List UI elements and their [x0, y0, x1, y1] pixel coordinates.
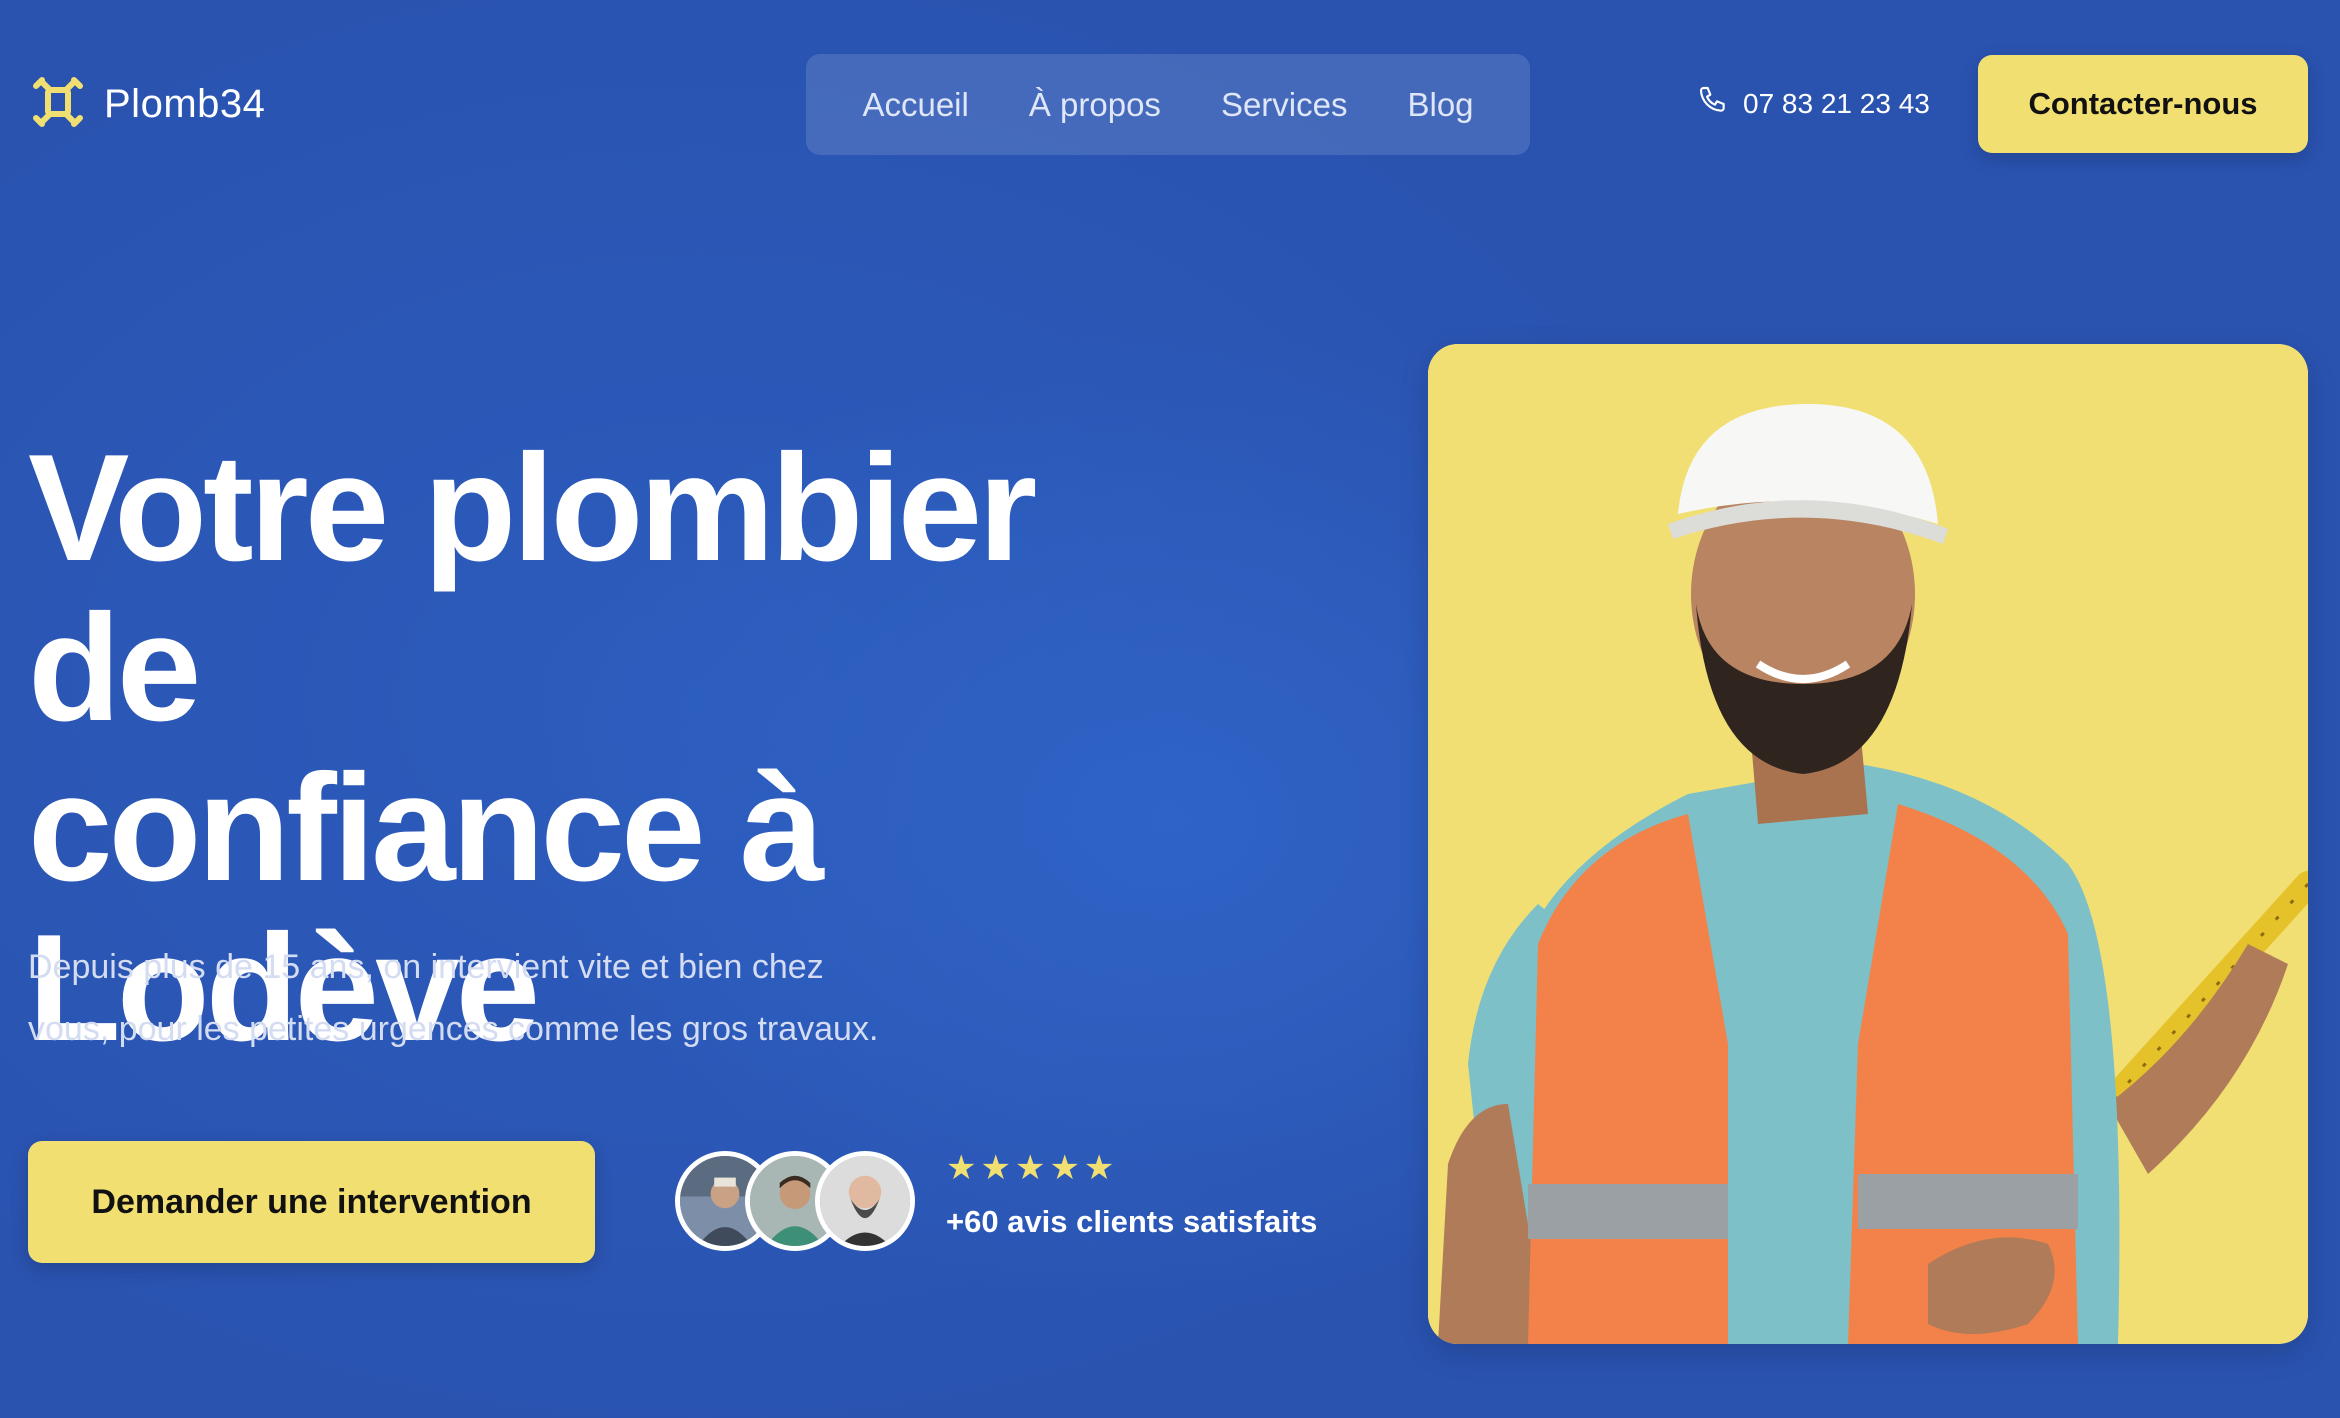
rating-block: ★★★★★ +60 avis clients satisfaits: [946, 1148, 1317, 1240]
nav-item-accueil[interactable]: Accueil: [862, 86, 968, 124]
hero-title-line2: confiance à: [28, 743, 824, 913]
nav-item-services[interactable]: Services: [1221, 86, 1348, 124]
phone-icon: [1697, 84, 1729, 123]
avatar: [815, 1151, 915, 1251]
hero-subtitle: Depuis plus de 15 ans, on intervient vit…: [28, 936, 928, 1060]
hero-photo: [1428, 344, 2308, 1344]
main-nav: Accueil À propos Services Blog: [806, 54, 1530, 155]
nav-item-a-propos[interactable]: À propos: [1029, 86, 1161, 124]
request-intervention-button[interactable]: Demander une intervention: [28, 1141, 595, 1263]
star-rating-icon: ★★★★★: [946, 1149, 1119, 1187]
hero-title-line1: Votre plombier de: [28, 423, 1037, 753]
brand-name: Plomb34: [104, 82, 266, 126]
phone-link[interactable]: 07 83 21 23 43: [1697, 84, 1930, 123]
customer-avatars: [675, 1151, 915, 1251]
brand-logo[interactable]: Plomb34: [28, 72, 265, 137]
phone-number: 07 83 21 23 43: [1743, 87, 1930, 119]
reviews-count: +60 avis clients satisfaits: [946, 1204, 1318, 1239]
nav-item-blog[interactable]: Blog: [1407, 86, 1473, 124]
hero-subtitle-line2: vous, pour les petites urgences comme le…: [28, 1010, 879, 1048]
hero-subtitle-line1: Depuis plus de 15 ans, on intervient vit…: [28, 948, 824, 986]
contact-button[interactable]: Contacter-nous: [1978, 55, 2308, 153]
cross-logo-icon: [28, 72, 88, 137]
